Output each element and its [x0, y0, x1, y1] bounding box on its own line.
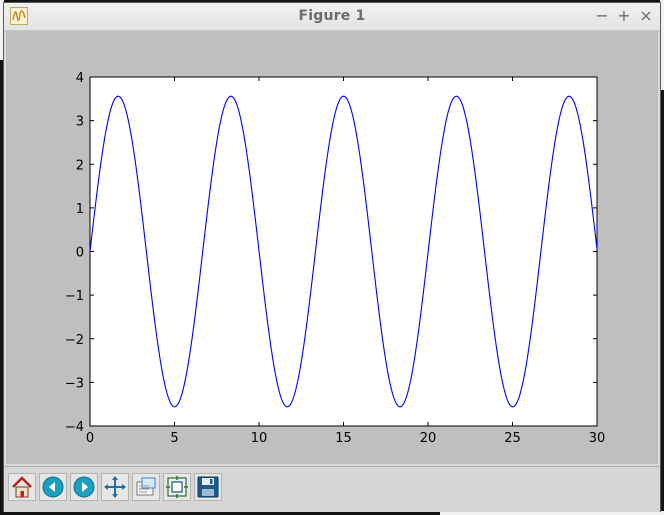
zoom-button[interactable] — [132, 473, 160, 501]
forward-button[interactable] — [70, 473, 98, 501]
figure-window: Figure 1 − + × 0 5 10 15 20 25 30 4 3 2 1 0 −1 −2 −3 −4 — [4, 3, 660, 512]
desktop-background: Figure 1 − + × 0 5 10 15 20 25 30 4 3 2 1 0 −1 −2 −3 −4 — [0, 0, 664, 515]
y-tick-label: 3 — [76, 115, 84, 130]
window-title: Figure 1 — [298, 8, 366, 24]
y-tick-label: 0 — [76, 246, 84, 261]
x-tick-label: 25 — [504, 431, 521, 446]
window-titlebar[interactable]: Figure 1 − + × — [4, 3, 660, 31]
pan-button[interactable] — [101, 473, 129, 501]
subplots-button[interactable] — [163, 473, 191, 501]
y-tick-label: 2 — [76, 158, 84, 173]
x-tick-label: 30 — [589, 431, 606, 446]
plot-svg: 0 5 10 15 20 25 3043210−1−2−3−4 — [65, 71, 606, 446]
close-button[interactable]: × — [636, 6, 656, 26]
back-button[interactable] — [39, 473, 67, 501]
zoom-rect-icon — [136, 477, 156, 496]
figure-canvas[interactable]: 0 5 10 15 20 25 30 4 3 2 1 0 −1 −2 −3 −4 — [6, 31, 658, 464]
home-icon — [12, 476, 32, 498]
y-tick-label: −2 — [65, 333, 84, 348]
save-button[interactable] — [194, 473, 222, 501]
y-tick-label: −4 — [65, 420, 84, 435]
x-tick-label: 0 — [86, 431, 94, 446]
y-tick-label: 4 — [76, 71, 84, 86]
x-tick-label: 20 — [420, 431, 437, 446]
maximize-button[interactable]: + — [614, 6, 634, 26]
x-tick-label: 15 — [335, 431, 352, 446]
y-tick-label: −3 — [65, 376, 84, 391]
axes-background — [89, 76, 598, 427]
floppy-disk-icon — [197, 476, 219, 498]
arrow-left-icon — [42, 476, 64, 498]
subplots-config-icon — [166, 476, 188, 498]
y-tick-label: 1 — [76, 202, 84, 217]
navigation-toolbar — [4, 466, 660, 512]
arrow-right-icon — [73, 476, 95, 498]
minimize-button[interactable]: − — [592, 6, 612, 26]
x-tick-label: 5 — [170, 431, 178, 446]
x-tick-label: 10 — [251, 431, 268, 446]
background-window-edge-right — [660, 0, 664, 90]
home-button[interactable] — [8, 473, 36, 501]
y-tick-label: −1 — [65, 289, 84, 304]
move-arrows-icon — [104, 476, 126, 498]
